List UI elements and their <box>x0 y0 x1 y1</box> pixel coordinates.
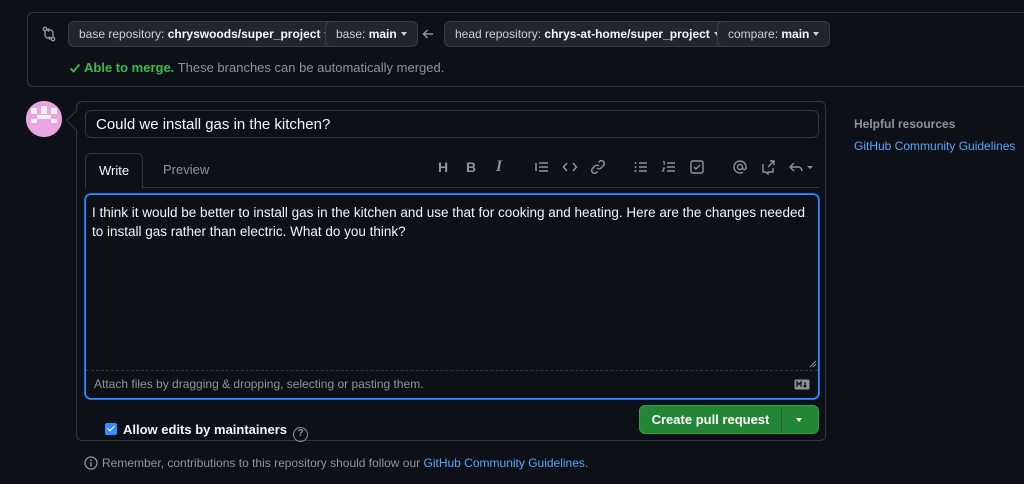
pull-request-form: Write Preview H B I I think it would be … <box>76 101 826 442</box>
head-repository-select[interactable]: head repository: chrys-at-home/super_pro… <box>444 21 731 47</box>
quote-icon[interactable] <box>534 159 550 175</box>
base-branch-select[interactable]: base: main <box>325 21 418 47</box>
editor-tabs: Write Preview <box>85 153 819 189</box>
base-repository-select[interactable]: base repository: chryswoods/super_projec… <box>68 21 342 47</box>
sidebar-community-guidelines-link[interactable]: GitHub Community Guidelines <box>854 139 1015 153</box>
italic-icon[interactable]: I <box>491 159 507 175</box>
code-icon[interactable] <box>562 159 578 175</box>
mention-icon[interactable] <box>732 159 748 175</box>
create-pull-request-button[interactable]: Create pull request <box>640 406 782 433</box>
head-repository-label: head repository: <box>455 27 542 41</box>
compare-branch-value: main <box>781 27 810 41</box>
chevron-down-icon <box>400 31 407 36</box>
helpful-resources-heading: Helpful resources <box>854 117 956 131</box>
ordered-list-icon[interactable] <box>661 159 677 175</box>
community-guidelines-link[interactable]: GitHub Community Guidelines <box>424 456 585 470</box>
chevron-down-icon <box>796 418 802 422</box>
avatar[interactable] <box>26 101 62 137</box>
contribution-note: Remember, contributions to this reposito… <box>84 456 588 470</box>
reference-icon[interactable] <box>760 159 776 175</box>
tab-preview[interactable]: Preview <box>150 153 222 189</box>
create-pull-request-group: Create pull request <box>639 405 819 434</box>
contribution-note-text: Remember, contributions to this reposito… <box>102 456 421 470</box>
merge-message: These branches can be automatically merg… <box>177 60 445 75</box>
merge-ok-text: Able to merge. <box>84 60 175 75</box>
arrow-left-icon <box>422 29 433 39</box>
reply-icon[interactable] <box>788 159 814 175</box>
allow-edits-option[interactable]: Allow edits by maintainers? <box>105 422 308 442</box>
contribution-note-suffix: . <box>584 456 589 470</box>
tab-write[interactable]: Write <box>85 153 144 189</box>
chevron-down-icon <box>813 31 820 36</box>
merge-status: Able to merge. These branches can be aut… <box>69 60 444 75</box>
compare-branch-label: compare: <box>728 27 779 41</box>
base-branch-value: main <box>368 27 397 41</box>
compare-bar: base repository: chryswoods/super_projec… <box>27 12 1024 87</box>
heading-icon[interactable]: H <box>435 159 451 175</box>
link-icon[interactable] <box>590 159 606 175</box>
allow-edits-checkbox[interactable] <box>105 423 117 435</box>
compare-branch-select[interactable]: compare: main <box>717 21 831 47</box>
git-compare-icon <box>42 26 56 42</box>
pr-body-editor: I think it would be better to install ga… <box>85 194 819 399</box>
task-list-icon[interactable] <box>689 159 705 175</box>
pr-body-textarea[interactable]: I think it would be better to install ga… <box>86 195 818 370</box>
attach-files-hint: Attach files by dragging & dropping, sel… <box>94 377 424 391</box>
allow-edits-label: Allow edits by maintainers <box>123 422 287 437</box>
resize-handle-icon[interactable] <box>809 360 817 368</box>
base-branch-label: base: <box>336 27 366 41</box>
info-icon <box>84 456 98 470</box>
unordered-list-icon[interactable] <box>633 159 649 175</box>
attach-files-bar[interactable]: Attach files by dragging & dropping, sel… <box>86 370 818 398</box>
bold-icon[interactable]: B <box>463 159 479 175</box>
pr-title-input[interactable] <box>85 110 819 138</box>
markdown-icon[interactable] <box>794 379 810 390</box>
help-icon[interactable]: ? <box>293 427 308 442</box>
base-repository-value: chryswoods/super_project <box>167 27 321 41</box>
create-options-dropdown[interactable] <box>782 406 818 433</box>
identicon <box>26 101 62 137</box>
base-repository-label: base repository: <box>79 27 165 41</box>
check-icon <box>69 63 81 73</box>
head-repository-value: chrys-at-home/super_project <box>544 27 710 41</box>
